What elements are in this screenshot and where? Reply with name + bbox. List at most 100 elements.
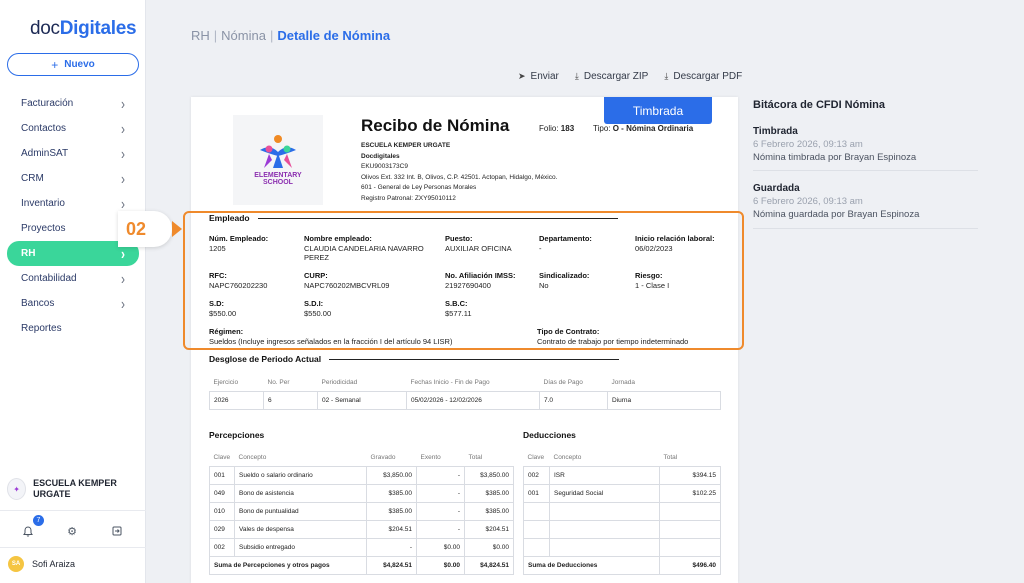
- sidebar-item-contabilidad[interactable]: Contabilidad ›: [7, 266, 139, 291]
- table-header: Total: [468, 454, 483, 462]
- log-status: Guardada: [753, 183, 800, 194]
- table-cell: [659, 519, 721, 539]
- table-cell: Bono de puntualidad: [234, 501, 367, 521]
- perceptions-section-title: Percepciones: [209, 430, 264, 440]
- table-cell: $102.25: [659, 483, 721, 503]
- user-menu[interactable]: SA Sofi Araiza: [8, 556, 75, 572]
- plus-icon: +: [51, 57, 59, 72]
- section-title-text: Deducciones: [523, 430, 576, 440]
- table-cell: -: [416, 519, 465, 539]
- issuer-address: Olivos Ext. 332 Int. B, Olivos, C.P. 425…: [361, 173, 558, 181]
- period-table: Ejercicio No. Per Periodicidad Fechas In…: [209, 375, 721, 410]
- table-row: [523, 519, 721, 539]
- table-cell: Bono de asistencia: [234, 483, 367, 503]
- table-row: 010 Bono de puntualidad $385.00- $385.00: [209, 501, 514, 521]
- table-cell: ISR: [549, 465, 660, 485]
- company-name: ESCUELA KEMPER URGATE: [33, 478, 117, 499]
- table-cell: 02 - Semanal: [317, 390, 407, 410]
- folio-value: 183: [560, 124, 575, 133]
- table-header-row: Clave Concepto Gravado Exento Total: [210, 450, 514, 466]
- send-button[interactable]: ➤ Enviar: [518, 71, 559, 82]
- app-logo[interactable]: docDigitales: [30, 18, 137, 40]
- breadcrumb-current: Detalle de Nómina: [277, 28, 391, 43]
- perceptions-table: Clave Concepto Gravado Exento Total 001 S…: [209, 450, 514, 575]
- log-date: 6 Febrero 2026, 09:13 am: [753, 196, 863, 207]
- sidebar-item-label: Contactos: [21, 123, 67, 134]
- status-badge[interactable]: Timbrada: [604, 97, 712, 124]
- table-cell: -: [416, 465, 465, 485]
- sidebar-item-crm[interactable]: CRM ›: [7, 166, 139, 191]
- table-cell: 010: [209, 501, 235, 521]
- sidebar-item-contactos[interactable]: Contactos ›: [7, 116, 139, 141]
- new-button[interactable]: + Nuevo: [7, 53, 139, 76]
- send-icon: ➤: [518, 71, 526, 81]
- sidebar-item-facturacion[interactable]: Facturación ›: [7, 91, 139, 116]
- sidebar-item-reportes[interactable]: Reportes: [7, 316, 139, 341]
- table-cell: $385.00: [464, 501, 514, 521]
- issuer-info: ESCUELA KEMPER URGATE Docdigitales EKU90…: [361, 141, 557, 205]
- log-entry: Guardada 6 Febrero 2026, 09:13 am Nómina…: [753, 183, 978, 220]
- table-row: 002 ISR $394.15: [523, 465, 721, 485]
- divider: [0, 510, 146, 511]
- sidebar: docDigitales + Nuevo Facturación › Contac…: [0, 0, 146, 583]
- table-header: No. Per: [267, 379, 290, 387]
- table-cell: $385.00: [366, 501, 417, 521]
- download-zip-button[interactable]: ⤓ Descargar ZIP: [575, 71, 648, 82]
- table-cell: [523, 537, 550, 557]
- log-title: Bitácora de CFDI Nómina: [753, 99, 886, 111]
- log-status: Timbrada: [753, 126, 798, 137]
- new-button-label: Nuevo: [64, 59, 95, 70]
- table-cell: $4,824.51: [366, 555, 417, 575]
- divider: [329, 358, 620, 360]
- table-cell: -: [366, 537, 417, 557]
- table-cell: 002: [209, 537, 235, 557]
- breadcrumb-item-nomina[interactable]: Nómina: [221, 28, 266, 43]
- chevron-right-icon: ›: [121, 269, 125, 288]
- table-cell: $0.00: [416, 537, 465, 557]
- table-cell: 049: [209, 483, 235, 503]
- issuer-brand: Docdigitales: [361, 152, 400, 160]
- table-header-row: Ejercicio No. Per Periodicidad Fechas In…: [210, 375, 721, 391]
- table-row: [523, 537, 721, 557]
- breadcrumb-item-rh[interactable]: RH: [191, 28, 210, 43]
- sidebar-item-label: RH: [21, 248, 36, 259]
- divider: [753, 228, 978, 229]
- table-header: Ejercicio: [213, 379, 239, 387]
- gear-icon[interactable]: ⚙: [63, 522, 81, 540]
- table-header: Fechas Inicio - Fin de Pago: [410, 379, 490, 387]
- chevron-right-icon: ›: [121, 119, 125, 138]
- table-header: Concepto: [553, 454, 582, 462]
- notification-badge: 7: [33, 515, 44, 526]
- company-switcher[interactable]: ✦ ESCUELA KEMPER URGATE: [7, 478, 139, 500]
- logout-icon[interactable]: [108, 522, 126, 540]
- log-description: Nómina guardada por Brayan Espinoza: [753, 209, 920, 220]
- table-cell: 6: [263, 390, 318, 410]
- download-pdf-button[interactable]: ⤓ Descargar PDF: [664, 71, 742, 82]
- table-row: 001 Seguridad Social $102.25: [523, 483, 721, 503]
- table-row: 049 Bono de asistencia $385.00- $385.00: [209, 483, 514, 503]
- folio: Folio: 183: [539, 124, 574, 133]
- table-header: Concepto: [238, 454, 267, 462]
- chevron-right-icon: ›: [121, 294, 125, 313]
- sidebar-item-label: Facturación: [21, 98, 74, 109]
- school-logo-icon: [260, 135, 296, 168]
- step-marker: 02: [118, 211, 172, 247]
- table-cell: $4,824.51: [464, 555, 514, 575]
- table-cell: 002: [523, 465, 550, 485]
- table-cell: -: [416, 483, 465, 503]
- section-title-text: Desglose de Periodo Actual: [209, 354, 322, 364]
- issuer-regimen: 601 - General de Ley Personas Morales: [361, 184, 477, 192]
- user-name: Sofi Araiza: [32, 559, 76, 569]
- breadcrumb-separator: |: [213, 28, 218, 43]
- sidebar-item-bancos[interactable]: Bancos ›: [7, 291, 139, 316]
- deductions-table: Clave Concepto Total 002 ISR $394.15 001 Se…: [523, 450, 721, 575]
- table-header: Exento: [420, 454, 441, 462]
- chevron-right-icon: ›: [121, 94, 125, 113]
- avatar: SA: [8, 556, 24, 572]
- table-cell: [549, 537, 660, 557]
- table-cell: -: [416, 501, 465, 521]
- company-logo-icon: ✦: [7, 478, 27, 500]
- table-cell: Suma de Percepciones y otros pagos: [209, 555, 367, 575]
- table-cell: 001: [523, 483, 550, 503]
- sidebar-item-adminsat[interactable]: AdminSAT ›: [7, 141, 139, 166]
